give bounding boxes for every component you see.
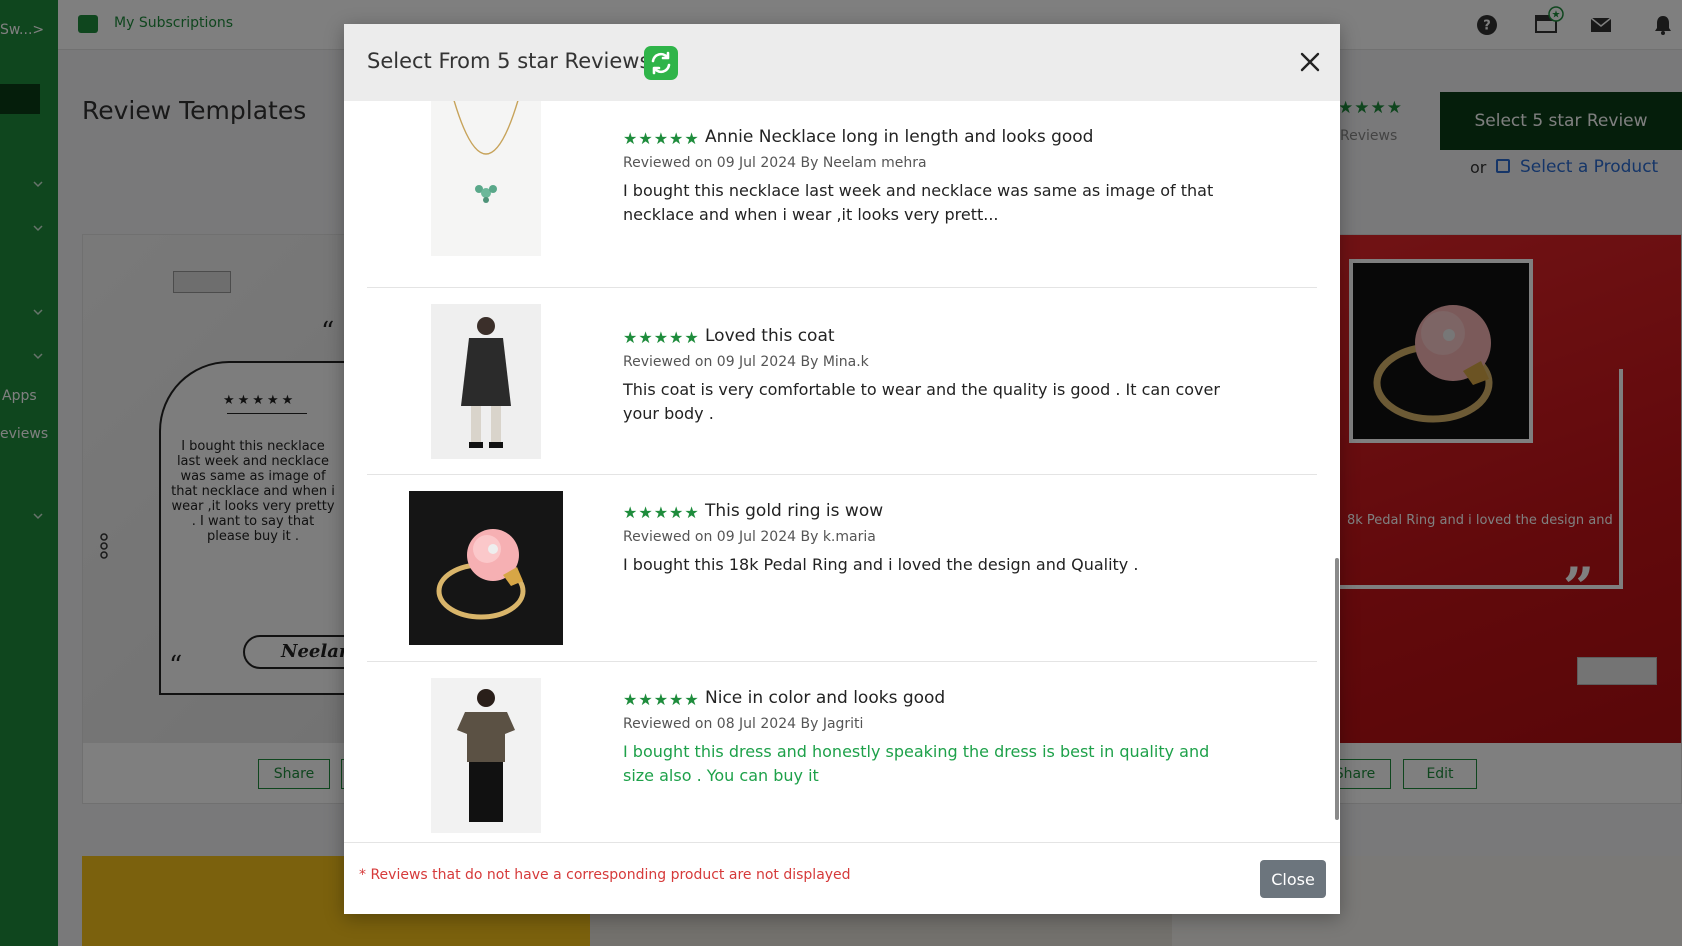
select-review-modal: Select From 5 star Reviews ★★★★★ Annie N… — [344, 24, 1340, 914]
review-text: I bought this necklace last week and nec… — [623, 181, 1214, 224]
review-item[interactable]: ★★★★★ This gold ring is wow Reviewed on … — [367, 475, 1317, 662]
product-thumbnail — [409, 491, 563, 645]
review-title: This gold ring is wow — [705, 501, 884, 521]
review-stars: ★★★★★ — [623, 328, 700, 347]
review-stars: ★★★★★ — [623, 690, 700, 709]
ring-image — [436, 529, 526, 620]
modal-header: Select From 5 star Reviews — [344, 24, 1340, 101]
review-meta: Reviewed on 08 Jul 2024 By Jagriti — [623, 716, 864, 732]
modal-footer: * Reviews that do not have a correspondi… — [344, 842, 1340, 914]
review-item[interactable]: ★★★★★ Loved this coat Reviewed on 09 Jul… — [367, 288, 1317, 475]
review-list: ★★★★★ Annie Necklace long in length and … — [367, 101, 1317, 841]
review-item[interactable]: ★★★★★ Annie Necklace long in length and … — [367, 101, 1317, 288]
review-text: I bought this dress and honestly speakin… — [623, 742, 1210, 785]
review-list-scroll[interactable]: ★★★★★ Annie Necklace long in length and … — [344, 101, 1340, 841]
product-thumbnail — [431, 304, 541, 459]
product-thumbnail — [431, 678, 541, 833]
review-meta: Reviewed on 09 Jul 2024 By k.maria — [623, 529, 876, 545]
modal-title: Select From 5 star Reviews — [367, 49, 651, 73]
tshirt-image — [457, 689, 515, 822]
refresh-button[interactable] — [644, 46, 678, 80]
review-stars: ★★★★★ — [623, 503, 700, 522]
review-stars: ★★★★★ — [623, 129, 700, 148]
review-text: I bought this 18k Pedal Ring and i loved… — [623, 555, 1139, 574]
refresh-icon — [651, 51, 671, 75]
review-meta: Reviewed on 09 Jul 2024 By Mina.k — [623, 354, 869, 370]
review-item[interactable]: ★★★★★ Nice in color and looks good Revie… — [367, 662, 1317, 841]
scrollbar-thumb[interactable] — [1335, 558, 1339, 820]
review-text: This coat is very comfortable to wear an… — [623, 380, 1220, 423]
necklace-image — [453, 101, 519, 203]
close-icon[interactable] — [1298, 50, 1322, 74]
footer-note: * Reviews that do not have a correspondi… — [359, 867, 851, 883]
review-title: Annie Necklace long in length and looks … — [705, 127, 1094, 147]
close-button[interactable]: Close — [1260, 860, 1326, 898]
review-title: Nice in color and looks good — [705, 688, 946, 708]
coat-image — [461, 317, 511, 448]
review-title: Loved this coat — [705, 326, 835, 346]
review-meta: Reviewed on 09 Jul 2024 By Neelam mehra — [623, 155, 927, 171]
product-thumbnail — [431, 101, 541, 256]
